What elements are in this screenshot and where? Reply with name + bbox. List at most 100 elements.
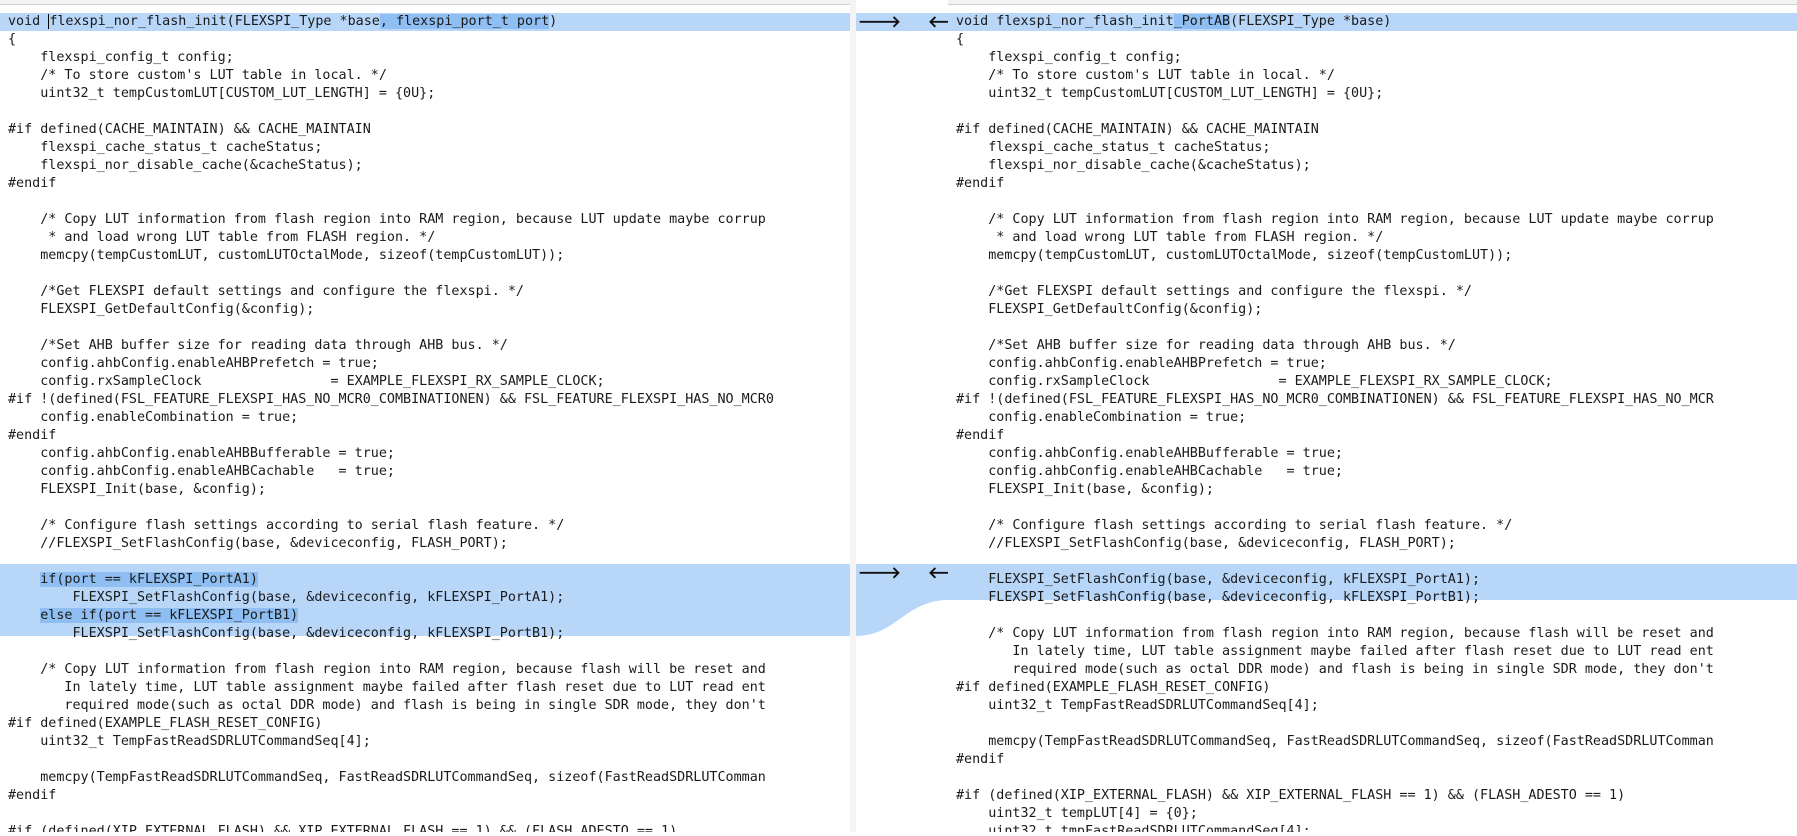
- code-text: /* Copy LUT information from flash regio…: [8, 662, 766, 677]
- code-line[interactable]: uint32_t tempLUT[4] = {0};: [956, 805, 1198, 823]
- code-line[interactable]: /*Get FLEXSPI default settings and confi…: [956, 283, 1472, 301]
- code-line[interactable]: #endif: [8, 787, 56, 805]
- code-line[interactable]: FLEXSPI_GetDefaultConfig(&config);: [956, 301, 1262, 319]
- code-line[interactable]: {: [8, 31, 16, 49]
- code-line[interactable]: #if defined(CACHE_MAINTAIN) && CACHE_MAI…: [956, 121, 1319, 139]
- code-text: #endif: [956, 428, 1005, 443]
- code-line[interactable]: #if defined(EXAMPLE_FLASH_RESET_CONFIG): [956, 679, 1270, 697]
- code-line[interactable]: /*Set AHB buffer size for reading data t…: [956, 337, 1456, 355]
- code-line[interactable]: FLEXSPI_SetFlashConfig(base, &deviceconf…: [956, 571, 1480, 589]
- diff-connector-svg: [856, 13, 948, 636]
- changed-text: , flexspi_port_t port: [379, 14, 550, 29]
- code-line[interactable]: In lately time, LUT table assignment may…: [956, 643, 1713, 661]
- code-line[interactable]: config.ahbConfig.enableAHBBufferable = t…: [8, 445, 395, 463]
- code-line[interactable]: flexspi_config_t config;: [956, 49, 1182, 67]
- code-line[interactable]: /*Set AHB buffer size for reading data t…: [8, 337, 508, 355]
- code-line[interactable]: FLEXSPI_SetFlashConfig(base, &deviceconf…: [956, 589, 1480, 607]
- code-line[interactable]: memcpy(tempCustomLUT, customLUTOctalMode…: [8, 247, 564, 265]
- code-text: memcpy(tempCustomLUT, customLUTOctalMode…: [8, 248, 565, 263]
- code-text: FLEXSPI_Init(base, &config);: [8, 482, 266, 497]
- code-line[interactable]: memcpy(tempCustomLUT, customLUTOctalMode…: [956, 247, 1512, 265]
- code-line[interactable]: config.rxSampleClock = EXAMPLE_FLEXSPI_R…: [8, 373, 604, 391]
- code-text: #endif: [8, 788, 57, 803]
- code-text: uint32_t TempFastReadSDRLUTCommandSeq[4]…: [8, 734, 371, 749]
- left-file-pane[interactable]: void flexspi_nor_flash_init(FLEXSPI_Type…: [0, 0, 856, 832]
- code-line[interactable]: #if (defined(XIP_EXTERNAL_FLASH) && XIP_…: [8, 823, 677, 832]
- code-line[interactable]: #if !(defined(FSL_FEATURE_FLEXSPI_HAS_NO…: [956, 391, 1714, 409]
- copy-to-right-icon[interactable]: 🡒: [858, 564, 901, 582]
- code-text: #if defined(EXAMPLE_FLASH_RESET_CONFIG): [956, 680, 1271, 695]
- code-line[interactable]: #endif: [8, 175, 56, 193]
- code-line[interactable]: /* Copy LUT information from flash regio…: [956, 625, 1714, 643]
- code-line[interactable]: uint32_t TempFastReadSDRLUTCommandSeq[4]…: [956, 697, 1319, 715]
- code-line[interactable]: #if defined(EXAMPLE_FLASH_RESET_CONFIG): [8, 715, 322, 733]
- code-line[interactable]: required mode(such as octal DDR mode) an…: [8, 697, 765, 715]
- code-line[interactable]: #endif: [8, 427, 56, 445]
- code-line[interactable]: uint32_t tmpFastReadSDRLUTCommandSeq[4];: [956, 823, 1311, 832]
- code-line[interactable]: memcpy(TempFastReadSDRLUTCommandSeq, Fas…: [8, 769, 766, 787]
- code-line[interactable]: required mode(such as octal DDR mode) an…: [956, 661, 1713, 679]
- code-line[interactable]: //FLEXSPI_SetFlashConfig(base, &deviceco…: [8, 535, 508, 553]
- code-line[interactable]: * and load wrong LUT table from FLASH re…: [956, 229, 1383, 247]
- changed-text: else if(port == kFLEXSPI_PortB1): [40, 608, 299, 623]
- code-line[interactable]: /*Get FLEXSPI default settings and confi…: [8, 283, 524, 301]
- code-line[interactable]: flexspi_cache_status_t cacheStatus;: [8, 139, 322, 157]
- copy-to-right-icon[interactable]: 🡒: [858, 13, 901, 31]
- code-line[interactable]: config.ahbConfig.enableAHBPrefetch = tru…: [8, 355, 379, 373]
- code-line[interactable]: {: [956, 31, 964, 49]
- code-text: FLEXSPI_Init(base, &config);: [956, 482, 1214, 497]
- code-line[interactable]: config.ahbConfig.enableAHBPrefetch = tru…: [956, 355, 1327, 373]
- code-line[interactable]: config.rxSampleClock = EXAMPLE_FLEXSPI_R…: [956, 373, 1552, 391]
- code-line[interactable]: #endif: [956, 751, 1004, 769]
- code-line[interactable]: config.enableCombination = true;: [8, 409, 298, 427]
- code-line[interactable]: FLEXSPI_GetDefaultConfig(&config);: [8, 301, 314, 319]
- code-text: FLEXSPI_SetFlashConfig(base, &deviceconf…: [8, 626, 565, 641]
- code-text: memcpy(tempCustomLUT, customLUTOctalMode…: [956, 248, 1513, 263]
- code-line[interactable]: memcpy(TempFastReadSDRLUTCommandSeq, Fas…: [956, 733, 1714, 751]
- code-line[interactable]: #endif: [956, 175, 1004, 193]
- code-line[interactable]: uint32_t TempFastReadSDRLUTCommandSeq[4]…: [8, 733, 371, 751]
- code-line[interactable]: void flexspi_nor_flash_init(FLEXSPI_Type…: [8, 13, 557, 31]
- code-line[interactable]: FLEXSPI_Init(base, &config);: [8, 481, 266, 499]
- code-line[interactable]: flexspi_nor_disable_cache(&cacheStatus);: [956, 157, 1311, 175]
- code-line[interactable]: /* To store custom's LUT table in local.…: [8, 67, 387, 85]
- code-line[interactable]: #if defined(CACHE_MAINTAIN) && CACHE_MAI…: [8, 121, 371, 139]
- code-line[interactable]: uint32_t tempCustomLUT[CUSTOM_LUT_LENGTH…: [956, 85, 1383, 103]
- code-line[interactable]: void flexspi_nor_flash_init_PortAB(FLEXS…: [956, 13, 1391, 31]
- code-text: config.ahbConfig.enableAHBCachable = tru…: [956, 464, 1343, 479]
- code-line[interactable]: else if(port == kFLEXSPI_PortB1): [8, 607, 299, 625]
- code-line[interactable]: flexspi_nor_disable_cache(&cacheStatus);: [8, 157, 363, 175]
- code-line[interactable]: uint32_t tempCustomLUT[CUSTOM_LUT_LENGTH…: [8, 85, 435, 103]
- code-line[interactable]: /* Configure flash settings according to…: [8, 517, 564, 535]
- code-line[interactable]: config.ahbConfig.enableAHBBufferable = t…: [956, 445, 1343, 463]
- code-line[interactable]: /* Copy LUT information from flash regio…: [956, 211, 1714, 229]
- code-line[interactable]: #if (defined(XIP_EXTERNAL_FLASH) && XIP_…: [956, 787, 1625, 805]
- code-text: * and load wrong LUT table from FLASH re…: [8, 230, 436, 245]
- code-line[interactable]: #if !(defined(FSL_FEATURE_FLEXSPI_HAS_NO…: [8, 391, 774, 409]
- code-text: FLEXSPI_SetFlashConfig(base, &deviceconf…: [956, 590, 1481, 605]
- code-line[interactable]: FLEXSPI_Init(base, &config);: [956, 481, 1214, 499]
- right-file-pane[interactable]: void flexspi_nor_flash_init_PortAB(FLEXS…: [948, 0, 1797, 832]
- code-line[interactable]: config.ahbConfig.enableAHBCachable = tru…: [8, 463, 395, 481]
- diff-gutter: 🡒 🡐 🡒 🡐: [856, 0, 971, 832]
- code-text: /*Get FLEXSPI default settings and confi…: [956, 284, 1472, 299]
- code-text: uint32_t TempFastReadSDRLUTCommandSeq[4]…: [956, 698, 1319, 713]
- code-line[interactable]: * and load wrong LUT table from FLASH re…: [8, 229, 435, 247]
- code-line[interactable]: if(port == kFLEXSPI_PortA1): [8, 571, 258, 589]
- code-line[interactable]: config.ahbConfig.enableAHBCachable = tru…: [956, 463, 1343, 481]
- code-line[interactable]: config.enableCombination = true;: [956, 409, 1246, 427]
- code-text: /* Copy LUT information from flash regio…: [8, 212, 766, 227]
- code-line[interactable]: #endif: [956, 427, 1004, 445]
- code-line[interactable]: /* Copy LUT information from flash regio…: [8, 661, 766, 679]
- code-text: //FLEXSPI_SetFlashConfig(base, &deviceco…: [8, 536, 508, 551]
- code-line[interactable]: /* To store custom's LUT table in local.…: [956, 67, 1335, 85]
- code-line[interactable]: FLEXSPI_SetFlashConfig(base, &deviceconf…: [8, 589, 564, 607]
- code-line[interactable]: flexspi_config_t config;: [8, 49, 234, 67]
- code-line[interactable]: /* Copy LUT information from flash regio…: [8, 211, 766, 229]
- code-line[interactable]: flexspi_cache_status_t cacheStatus;: [956, 139, 1270, 157]
- code-line[interactable]: //FLEXSPI_SetFlashConfig(base, &deviceco…: [956, 535, 1456, 553]
- code-line[interactable]: In lately time, LUT table assignment may…: [8, 679, 765, 697]
- code-line[interactable]: /* Configure flash settings according to…: [956, 517, 1512, 535]
- code-line[interactable]: FLEXSPI_SetFlashConfig(base, &deviceconf…: [8, 625, 564, 643]
